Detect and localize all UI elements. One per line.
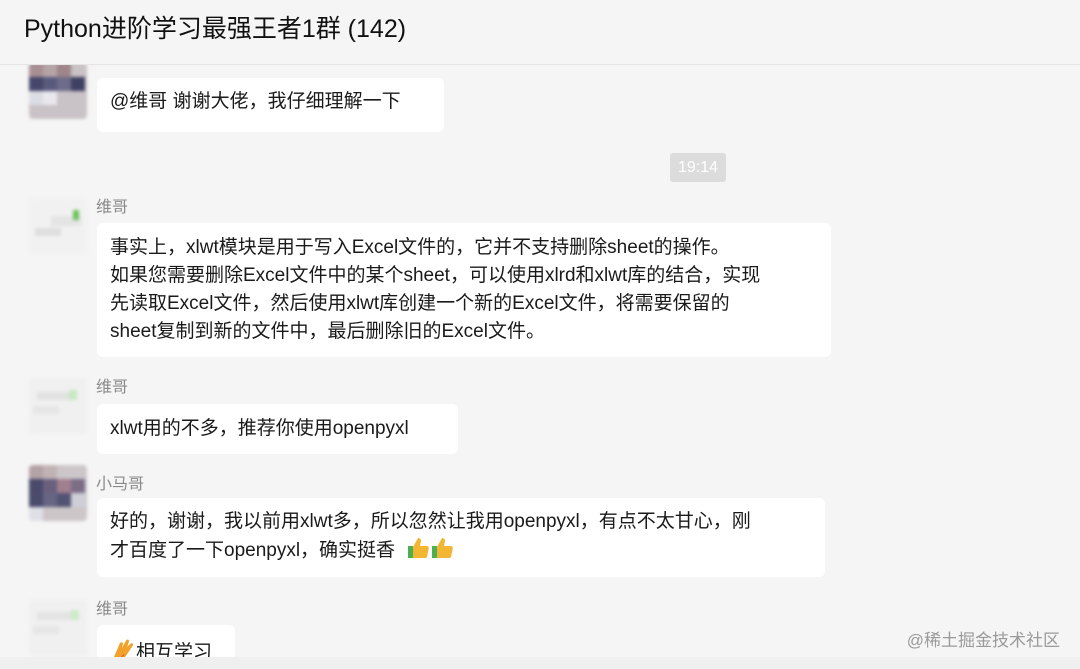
- message-bubble[interactable]: @维哥 谢谢大佬，我仔细理解一下: [97, 78, 444, 132]
- message-text-line: 事实上，xlwt模块是用于写入Excel文件的，它并不支持删除sheet的操作。: [110, 237, 730, 258]
- thumbs-up-icon: [407, 538, 429, 558]
- message-list[interactable]: @维哥 谢谢大佬，我仔细理解一下 19:14 维哥 事实上，xlwt模块是用于写…: [0, 65, 1080, 669]
- sender-name: 维哥: [96, 601, 129, 618]
- bottom-edge: [0, 657, 1080, 669]
- avatar[interactable]: [29, 465, 87, 521]
- sender-name: 维哥: [96, 379, 129, 396]
- message-bubble[interactable]: 好的，谢谢，我以前用xlwt多，所以忽然让我用openpyxl，有点不太甘心，刚…: [97, 498, 825, 577]
- avatar[interactable]: [29, 198, 87, 254]
- message-text-line: 才百度了一下openpyxl，确实挺香: [110, 536, 812, 565]
- message-bubble[interactable]: xlwt用的不多，推荐你使用openpyxl: [97, 404, 458, 454]
- timestamp-badge: 19:14: [670, 153, 726, 182]
- sender-name: 维哥: [96, 199, 129, 216]
- message-text-line: 先读取Excel文件，然后使用xlwt库创建一个新的Excel文件，将需要保留的: [110, 293, 730, 314]
- title-bar: Python进阶学习最强王者1群 (142): [0, 0, 1080, 65]
- chat-title: Python进阶学习最强王者1群 (142): [24, 15, 407, 43]
- message-text-line: 如果您需要删除Excel文件中的某个sheet，可以使用xlrd和xlwt库的结…: [110, 265, 761, 286]
- message-text: xlwt用的不多，推荐你使用openpyxl: [110, 418, 409, 439]
- message-text-line: 好的，谢谢，我以前用xlwt多，所以忽然让我用openpyxl，有点不太甘心，刚: [110, 511, 751, 532]
- avatar[interactable]: [29, 65, 87, 119]
- message-text: @维哥 谢谢大佬，我仔细理解一下: [110, 91, 401, 112]
- message-bubble[interactable]: 事实上，xlwt模块是用于写入Excel文件的，它并不支持删除sheet的操作。…: [97, 223, 831, 357]
- sender-name: 小马哥: [96, 476, 145, 493]
- avatar[interactable]: [29, 378, 87, 434]
- thumbs-up-icon: [431, 538, 453, 558]
- avatar[interactable]: [29, 600, 87, 656]
- message-text: 才百度了一下openpyxl，确实挺香: [110, 540, 396, 561]
- watermark: @稀土掘金技术社区: [906, 631, 1060, 650]
- message-text-line: sheet复制到新的文件中，最后删除旧的Excel文件。: [110, 321, 545, 342]
- chat-window: Python进阶学习最强王者1群 (142) @维哥 谢谢大佬，我仔细理解一下 …: [0, 0, 1080, 669]
